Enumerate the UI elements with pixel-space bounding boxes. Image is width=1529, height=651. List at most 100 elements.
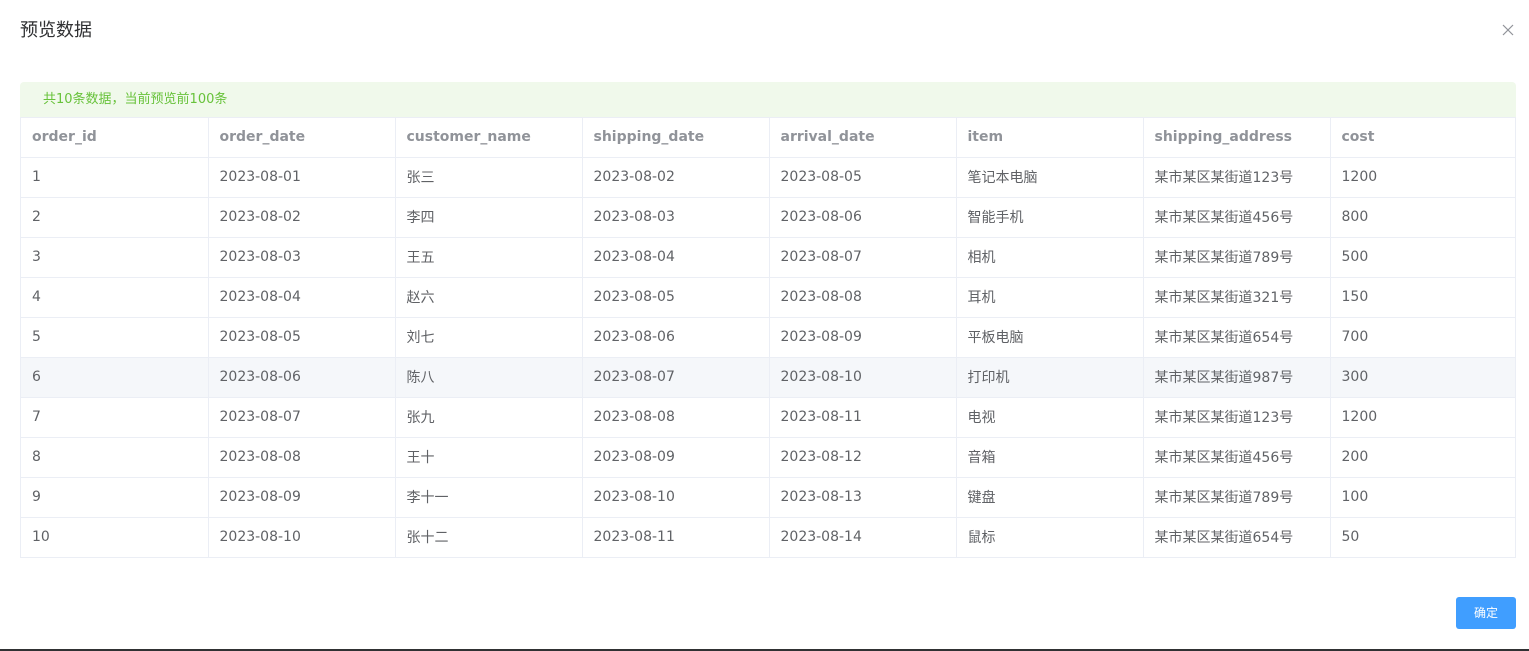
confirm-button[interactable]: 确定 — [1456, 597, 1516, 629]
table-cell: 某市某区某街道123号 — [1143, 157, 1331, 198]
table-cell: 赵六 — [395, 277, 583, 318]
table-cell: 张三 — [395, 157, 583, 198]
table-cell: 100 — [1330, 477, 1515, 518]
table-cell: 陈八 — [395, 357, 583, 398]
table-cell: 某市某区某街道789号 — [1143, 477, 1331, 518]
column-header-arrival-date: arrival_date — [769, 118, 957, 158]
table-cell: 2023-08-07 — [208, 397, 396, 438]
table-row[interactable]: 3 2023-08-03 王五 2023-08-04 2023-08-07 相机 某市某区某… — [21, 237, 1515, 278]
table-cell: 刘七 — [395, 317, 583, 358]
column-header-item: item — [956, 118, 1144, 158]
table-cell: 1200 — [1330, 157, 1515, 198]
table-cell: 某市某区某街道456号 — [1143, 437, 1331, 478]
table-cell: 2023-08-02 — [208, 197, 396, 238]
table-cell: 2023-08-03 — [208, 237, 396, 278]
table-cell: 200 — [1330, 437, 1515, 478]
table-cell: 3 — [21, 237, 209, 278]
preview-table: order_id order_date customer_name shipping_… — [20, 117, 1516, 558]
table-cell: 2023-08-01 — [208, 157, 396, 198]
table-cell: 某市某区某街道456号 — [1143, 197, 1331, 238]
table-cell: 50 — [1341, 529, 1360, 546]
table-cell: 李十一 — [395, 477, 583, 518]
table-cell: 2023-08-14 — [769, 517, 957, 557]
table-row[interactable]: 7 2023-08-07 张九 2023-08-08 2023-08-11 电视 某市某区某… — [21, 397, 1515, 438]
table-cell: 5 — [21, 317, 209, 358]
table-cell: 王五 — [395, 237, 583, 278]
table-cell: 鼠标 — [956, 517, 1144, 557]
table-cell: 300 — [1330, 357, 1515, 398]
table-cell: 张十二 — [395, 517, 583, 557]
table-cell: 笔记本电脑 — [956, 157, 1144, 198]
table-cell: 2023-08-10 — [769, 357, 957, 398]
column-header-order-id: order_id — [21, 118, 209, 158]
table-row[interactable]: 4 2023-08-04 赵六 2023-08-05 2023-08-08 耳机 某市某区某… — [21, 277, 1515, 318]
table-cell: 4 — [21, 277, 209, 318]
table-cell: 800 — [1330, 197, 1515, 238]
table-cell: 2023-08-09 — [208, 477, 396, 518]
table-row[interactable]: 1 2023-08-01 张三 2023-08-02 2023-08-05 笔记本电脑 某市… — [21, 157, 1515, 198]
table-cell: 某市某区某街道321号 — [1143, 277, 1331, 318]
table-cell: 2023-08-10 — [208, 517, 396, 557]
table-cell: 打印机 — [956, 357, 1144, 398]
table-cell: 2023-08-11 — [769, 397, 957, 438]
table-cell: 2023-08-06 — [208, 357, 396, 398]
table-row[interactable]: 5 2023-08-05 刘七 2023-08-06 2023-08-09 平板电脑 某市某… — [21, 317, 1515, 358]
dialog-title: 预览数据 — [20, 20, 92, 41]
table-cell: 某市某区某街道654号 — [1143, 317, 1331, 358]
table-row[interactable]: 2 2023-08-02 李四 2023-08-03 2023-08-06 智能手机 某市某… — [21, 197, 1515, 238]
table-cell: 2023-08-13 — [769, 477, 957, 518]
table-cell: 1200 — [1330, 397, 1515, 438]
table-cell: 1 — [21, 157, 209, 198]
table-cell: 张九 — [395, 397, 583, 438]
table-cell: 某市某区某街道654号 — [1143, 517, 1331, 557]
table-cell: 700 — [1330, 317, 1515, 358]
table-cell: 2023-08-05 — [582, 277, 770, 318]
table-cell: 2023-08-04 — [208, 277, 396, 318]
table-cell: 2023-08-04 — [582, 237, 770, 278]
table-cell: 相机 — [956, 237, 1144, 278]
table-header-row: order_id order_date customer_name shipping_… — [21, 118, 1515, 158]
table-cell: 7 — [21, 397, 209, 438]
table-cell: 2023-08-03 — [582, 197, 770, 238]
table-cell: 某市某区某街道123号 — [1143, 397, 1331, 438]
table-cell: 9 — [21, 477, 209, 518]
table-cell: 音箱 — [956, 437, 1144, 478]
preview-dialog: 预览数据 共10条数据，当前预览前100条 order_id order_date… — [0, 0, 1529, 651]
table-cell: 2023-08-11 — [582, 517, 770, 557]
table-cell: 2023-08-05 — [769, 157, 957, 198]
table-cell: 2023-08-08 — [769, 277, 957, 318]
close-icon[interactable] — [1501, 22, 1515, 36]
table-cell: 10 — [21, 517, 209, 557]
table-cell: 某市某区某街道789号 — [1143, 237, 1331, 278]
table-cell: 平板电脑 — [956, 317, 1144, 358]
table-cell: 2023-08-08 — [582, 397, 770, 438]
table-cell: 2023-08-06 — [582, 317, 770, 358]
table-cell: 智能手机 — [956, 197, 1144, 238]
column-header-cost: cost — [1330, 118, 1515, 158]
table-cell: 8 — [21, 437, 209, 478]
table-cell: 6 — [21, 357, 209, 398]
table-cell: 2023-08-08 — [208, 437, 396, 478]
table-row[interactable]: 8 2023-08-08 王十 2023-08-09 2023-08-12 音箱 某市某区某… — [21, 437, 1515, 478]
info-alert: 共10条数据，当前预览前100条 — [20, 82, 1516, 117]
table-cell: 2023-08-07 — [582, 357, 770, 398]
column-header-order-date: order_date — [208, 118, 396, 158]
table-cell: 2023-08-02 — [582, 157, 770, 198]
table-cell: 2023-08-07 — [769, 237, 957, 278]
table-cell: 2023-08-06 — [769, 197, 957, 238]
column-header-customer-name: customer_name — [395, 118, 583, 158]
table-cell: 耳机 — [956, 277, 1144, 318]
table-cell: 150 — [1330, 277, 1515, 318]
table-row[interactable]: 6 2023-08-06 陈八 2023-08-07 2023-08-10 打印机 某市某区… — [21, 357, 1515, 398]
table-cell: 电视 — [956, 397, 1144, 438]
table-cell: 2023-08-05 — [208, 317, 396, 358]
table-cell: 某市某区某街道987号 — [1143, 357, 1331, 398]
column-header-shipping-address: shipping_address — [1143, 118, 1331, 158]
table-cell: 2023-08-12 — [769, 437, 957, 478]
table-cell: 2023-08-09 — [582, 437, 770, 478]
table-cell: 500 — [1330, 237, 1515, 278]
table-row[interactable]: 10 2023-08-10 张十二 2023-08-11 2023-08-14 鼠标 某市某… — [21, 517, 1515, 557]
table-cell: 2023-08-09 — [769, 317, 957, 358]
table-cell: 李四 — [395, 197, 583, 238]
table-row[interactable]: 9 2023-08-09 李十一 2023-08-10 2023-08-13 键盘 某市某区… — [21, 477, 1515, 518]
